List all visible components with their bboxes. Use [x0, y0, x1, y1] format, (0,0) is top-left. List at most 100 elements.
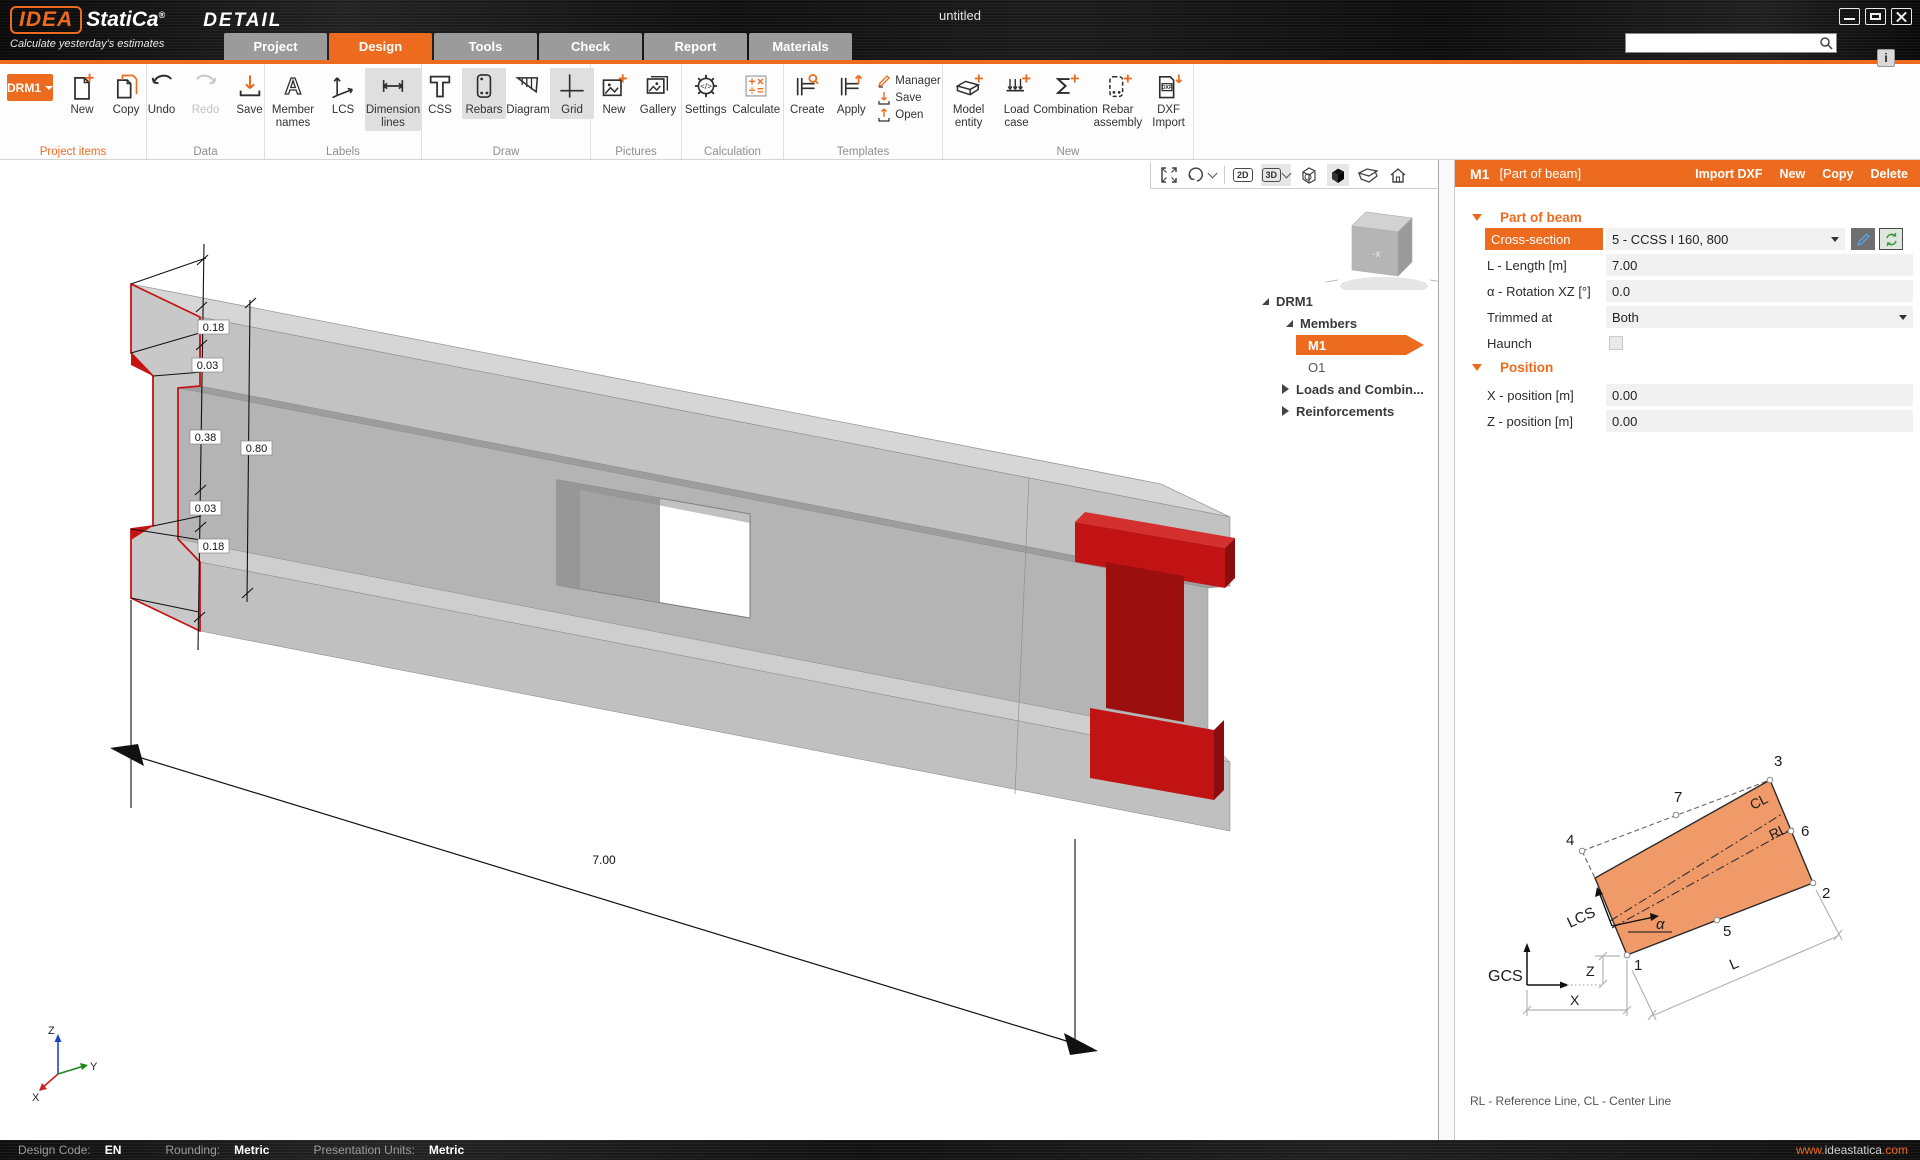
maximize-button[interactable]: [1865, 8, 1886, 25]
template-open-button[interactable]: Open: [877, 108, 940, 122]
redo-icon: [189, 70, 223, 102]
template-save-button[interactable]: Save: [877, 91, 940, 105]
chevron-down-icon: [1208, 169, 1218, 179]
tree-item-drm1[interactable]: DRM1: [1256, 290, 1438, 312]
search-icon[interactable]: [1816, 36, 1836, 50]
label: Create: [790, 104, 825, 117]
edit-cross-section-button[interactable]: [1851, 228, 1875, 250]
calculate-button[interactable]: +×÷= Calculate: [729, 68, 783, 119]
info-button[interactable]: i: [1877, 49, 1895, 67]
solid-view-button[interactable]: [1327, 164, 1349, 186]
tree-item-reinforcements[interactable]: Reinforcements: [1256, 400, 1438, 422]
close-button[interactable]: [1891, 8, 1912, 25]
svg-text:Z: Z: [48, 1025, 55, 1037]
wireframe-view-button[interactable]: [1298, 164, 1320, 186]
tab-project[interactable]: Project: [224, 33, 327, 60]
redo-button[interactable]: Redo: [184, 68, 228, 119]
design-code-value[interactable]: EN: [105, 1143, 122, 1157]
ribbon-group-new: Model entity Load case Combination: [943, 64, 1194, 159]
rotate-view-button[interactable]: [1186, 164, 1217, 186]
expander-open-icon[interactable]: [1286, 320, 1293, 327]
project-item-selector[interactable]: DRM1: [7, 74, 53, 101]
view-3d-button[interactable]: 3D: [1261, 164, 1292, 186]
z-position-input[interactable]: 0.00: [1606, 410, 1913, 432]
website-tld: .com: [1882, 1143, 1908, 1157]
rounding-label: Rounding:: [165, 1143, 220, 1157]
units-value[interactable]: Metric: [429, 1143, 464, 1157]
home-view-button[interactable]: [1387, 164, 1409, 186]
load-case-button[interactable]: Load case: [994, 68, 1039, 131]
length-input[interactable]: 7.00: [1606, 254, 1913, 276]
row-rotation: α - Rotation XZ [°] 0.0: [1485, 280, 1920, 302]
label: Members: [1300, 316, 1357, 331]
row-length: L - Length [m] 7.00: [1485, 254, 1920, 276]
x-position-input[interactable]: 0.00: [1606, 384, 1913, 406]
rotation-input[interactable]: 0.0: [1606, 280, 1913, 302]
new-button[interactable]: New: [1780, 167, 1806, 181]
panel-divider[interactable]: [1438, 160, 1455, 1140]
tab-check[interactable]: Check: [539, 33, 642, 60]
trimmed-at-dropdown[interactable]: Both: [1606, 306, 1913, 328]
tab-materials[interactable]: Materials: [749, 33, 852, 60]
combination-button[interactable]: Combination: [1039, 68, 1092, 119]
search-input[interactable]: [1626, 36, 1816, 50]
rebar-assembly-button[interactable]: Rebar assembly: [1092, 68, 1145, 131]
expander-closed-icon[interactable]: [1282, 406, 1289, 416]
haunch-checkbox[interactable]: [1609, 336, 1623, 350]
tab-tools[interactable]: Tools: [434, 33, 537, 60]
diagram-button[interactable]: Diagram: [506, 68, 550, 119]
undo-button[interactable]: Undo: [140, 68, 184, 119]
dimension-lines-button[interactable]: Dimension lines: [365, 68, 421, 131]
section-position[interactable]: Position: [1472, 360, 1553, 375]
tree-item-m1[interactable]: M1: [1256, 334, 1438, 356]
template-manager-button[interactable]: Manager: [877, 74, 940, 88]
view-2d-button[interactable]: 2D: [1232, 164, 1254, 186]
rebars-button[interactable]: Rebars: [462, 68, 506, 119]
expander-closed-icon[interactable]: [1282, 384, 1289, 394]
product-name: DETAIL: [203, 10, 282, 32]
copy-button[interactable]: Copy: [1822, 167, 1853, 181]
tree-item-loads[interactable]: Loads and Combin...: [1256, 378, 1438, 400]
search-box[interactable]: [1625, 33, 1837, 53]
svg-text:0.03: 0.03: [195, 503, 216, 515]
model-viewport[interactable]: 0.18 0.03 0.38 0.80 0.03 0.18 7: [0, 160, 1438, 1140]
lcs-button[interactable]: LCS: [321, 68, 365, 119]
collapse-triangle-icon[interactable]: [1472, 364, 1482, 371]
cross-section-dropdown[interactable]: 5 - CCSS I 160, 800: [1606, 228, 1845, 250]
gallery-button[interactable]: Gallery: [636, 68, 680, 119]
tree-item-o1[interactable]: O1: [1256, 356, 1438, 378]
cross-section-label[interactable]: Cross-section: [1485, 228, 1603, 250]
create-template-button[interactable]: Create: [785, 68, 829, 119]
apply-template-button[interactable]: Apply: [829, 68, 873, 119]
navigation-cube[interactable]: -x: [1326, 212, 1438, 295]
tab-report[interactable]: Report: [644, 33, 747, 60]
clip-view-button[interactable]: [1356, 164, 1380, 186]
load-arrows-icon: [1000, 70, 1034, 102]
dxf-import-button[interactable]: DXF DXF Import: [1144, 68, 1193, 131]
value: Both: [1612, 310, 1639, 325]
new-project-item-button[interactable]: New: [60, 68, 104, 119]
settings-button[interactable]: </> Settings: [682, 68, 729, 119]
svg-text:0.38: 0.38: [195, 432, 216, 444]
fit-view-button[interactable]: [1159, 164, 1179, 186]
expander-open-icon[interactable]: [1262, 298, 1269, 305]
member-names-button[interactable]: A Member names: [265, 68, 321, 131]
rotate-icon: [1187, 166, 1207, 184]
rounding-value[interactable]: Metric: [234, 1143, 269, 1157]
css-button[interactable]: CSS: [418, 68, 462, 119]
value: 0.00: [1612, 414, 1637, 429]
website-link[interactable]: www.ideastatica.com: [1796, 1143, 1908, 1157]
swap-cross-section-button[interactable]: [1879, 228, 1903, 250]
section-part-of-beam[interactable]: Part of beam: [1472, 210, 1582, 225]
delete-button[interactable]: Delete: [1870, 167, 1908, 181]
import-dxf-button[interactable]: Import DXF: [1695, 167, 1762, 181]
beam-plan-shape: [1595, 780, 1813, 955]
minimize-button[interactable]: [1839, 8, 1860, 25]
grid-button[interactable]: Grid: [550, 68, 594, 119]
model-entity-button[interactable]: Model entity: [943, 68, 994, 131]
tab-design[interactable]: Design: [329, 33, 432, 60]
new-picture-button[interactable]: New: [592, 68, 636, 119]
tree-item-members[interactable]: Members: [1256, 312, 1438, 334]
row-z-position: Z - position [m] 0.00: [1485, 410, 1920, 432]
collapse-triangle-icon[interactable]: [1472, 214, 1482, 221]
